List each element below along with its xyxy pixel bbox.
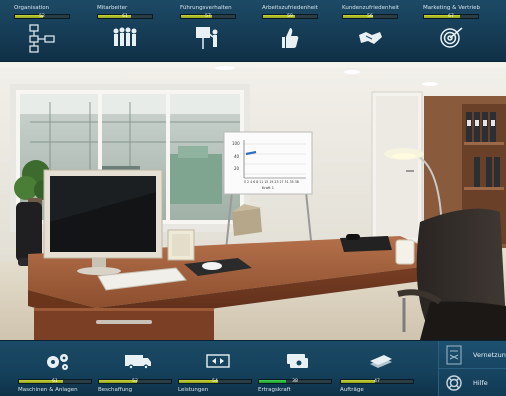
org-chart-icon xyxy=(28,23,56,53)
section-maschinen-anlagen[interactable]: 61 Maschinen & Anlagen xyxy=(18,341,96,396)
truck-icon xyxy=(122,349,154,373)
whiteboard-caption: Kraft 1 xyxy=(262,186,274,190)
office-scene: 100 40 20 0 2 4 6 8 11 15 19 23 27 31 35… xyxy=(0,62,506,340)
network-label: Vernetzung xyxy=(473,351,506,359)
metric-progress-bar: 67 xyxy=(423,14,479,19)
section-aufträge[interactable]: 47 Aufträge xyxy=(340,341,418,396)
metric-value: 59 xyxy=(287,14,293,19)
bottom-metrics-bar: Vernetzung Hilfe 61 Maschinen & Anlagen 53… xyxy=(0,340,506,396)
section-beschaffung[interactable]: 53 Beschaffung xyxy=(98,341,176,396)
network-icon xyxy=(446,345,462,365)
whiteboard-ytick: 20 xyxy=(234,166,240,171)
orders-icon xyxy=(364,349,396,373)
section-ertragskraft[interactable]: 38 Ertragskraft xyxy=(258,341,336,396)
section-label: Leistungen xyxy=(178,387,209,393)
network-button[interactable]: Vernetzung xyxy=(439,341,506,369)
section-progress-bar: 53 xyxy=(98,379,172,384)
metric-progress-bar: 57 xyxy=(180,14,236,19)
metric-value: 61 xyxy=(122,14,128,19)
product-icon xyxy=(202,349,234,373)
thumbs-up-icon xyxy=(276,23,304,53)
money-icon xyxy=(282,349,314,373)
section-value: 53 xyxy=(132,379,138,384)
metric-label: Kundenzufriedenheit xyxy=(342,5,400,11)
metric-label: Marketing & Vertrieb xyxy=(423,5,480,11)
section-label: Maschinen & Anlagen xyxy=(18,387,78,393)
metric-label: Organisation xyxy=(14,5,50,11)
help-icon xyxy=(446,375,462,391)
help-label: Hilfe xyxy=(473,379,488,387)
section-value: 61 xyxy=(52,379,58,384)
help-button[interactable]: Hilfe xyxy=(439,369,506,396)
metric-value: 52 xyxy=(39,14,45,19)
section-progress-bar: 54 xyxy=(178,379,252,384)
office-illustration: 100 40 20 0 2 4 6 8 11 15 19 23 27 31 35… xyxy=(0,62,506,340)
section-progress-bar: 38 xyxy=(258,379,332,384)
section-label: Beschaffung xyxy=(98,387,133,393)
side-panel: Vernetzung Hilfe xyxy=(438,341,506,396)
whiteboard-ytick: 100 xyxy=(232,141,240,146)
metric-label: Mitarbeiter xyxy=(97,5,128,11)
metric-progress-bar: 56 xyxy=(342,14,398,19)
metric-label: Führungsverhalten xyxy=(180,5,232,11)
employees-icon xyxy=(111,23,139,53)
section-progress-bar: 47 xyxy=(340,379,414,384)
handshake-icon xyxy=(356,23,384,53)
metric-value: 56 xyxy=(367,14,373,19)
section-label: Ertragskraft xyxy=(258,387,291,393)
metric-label: Arbeitszufriedenheit xyxy=(262,5,318,11)
whiteboard-xticks: 0 2 4 6 8 11 15 19 23 27 31 35 38 xyxy=(244,180,299,184)
section-progress-bar: 61 xyxy=(18,379,92,384)
section-value: 47 xyxy=(374,379,380,384)
section-leistungen[interactable]: 54 Leistungen xyxy=(178,341,256,396)
top-metrics-bar: Organisation 52 Mitarbeiter 61 Führungsverha… xyxy=(0,0,506,62)
metric-progress-bar: 52 xyxy=(14,14,70,19)
gears-icon xyxy=(42,349,74,373)
metric-progress-bar: 61 xyxy=(97,14,153,19)
target-icon xyxy=(437,23,465,53)
section-value: 38 xyxy=(292,379,298,384)
presentation-icon xyxy=(194,23,222,53)
section-label: Aufträge xyxy=(340,387,364,393)
metric-progress-bar: 59 xyxy=(262,14,318,19)
metric-value: 57 xyxy=(205,14,211,19)
section-value: 54 xyxy=(212,379,218,384)
metric-value: 67 xyxy=(448,14,454,19)
whiteboard-ytick: 40 xyxy=(234,154,240,159)
